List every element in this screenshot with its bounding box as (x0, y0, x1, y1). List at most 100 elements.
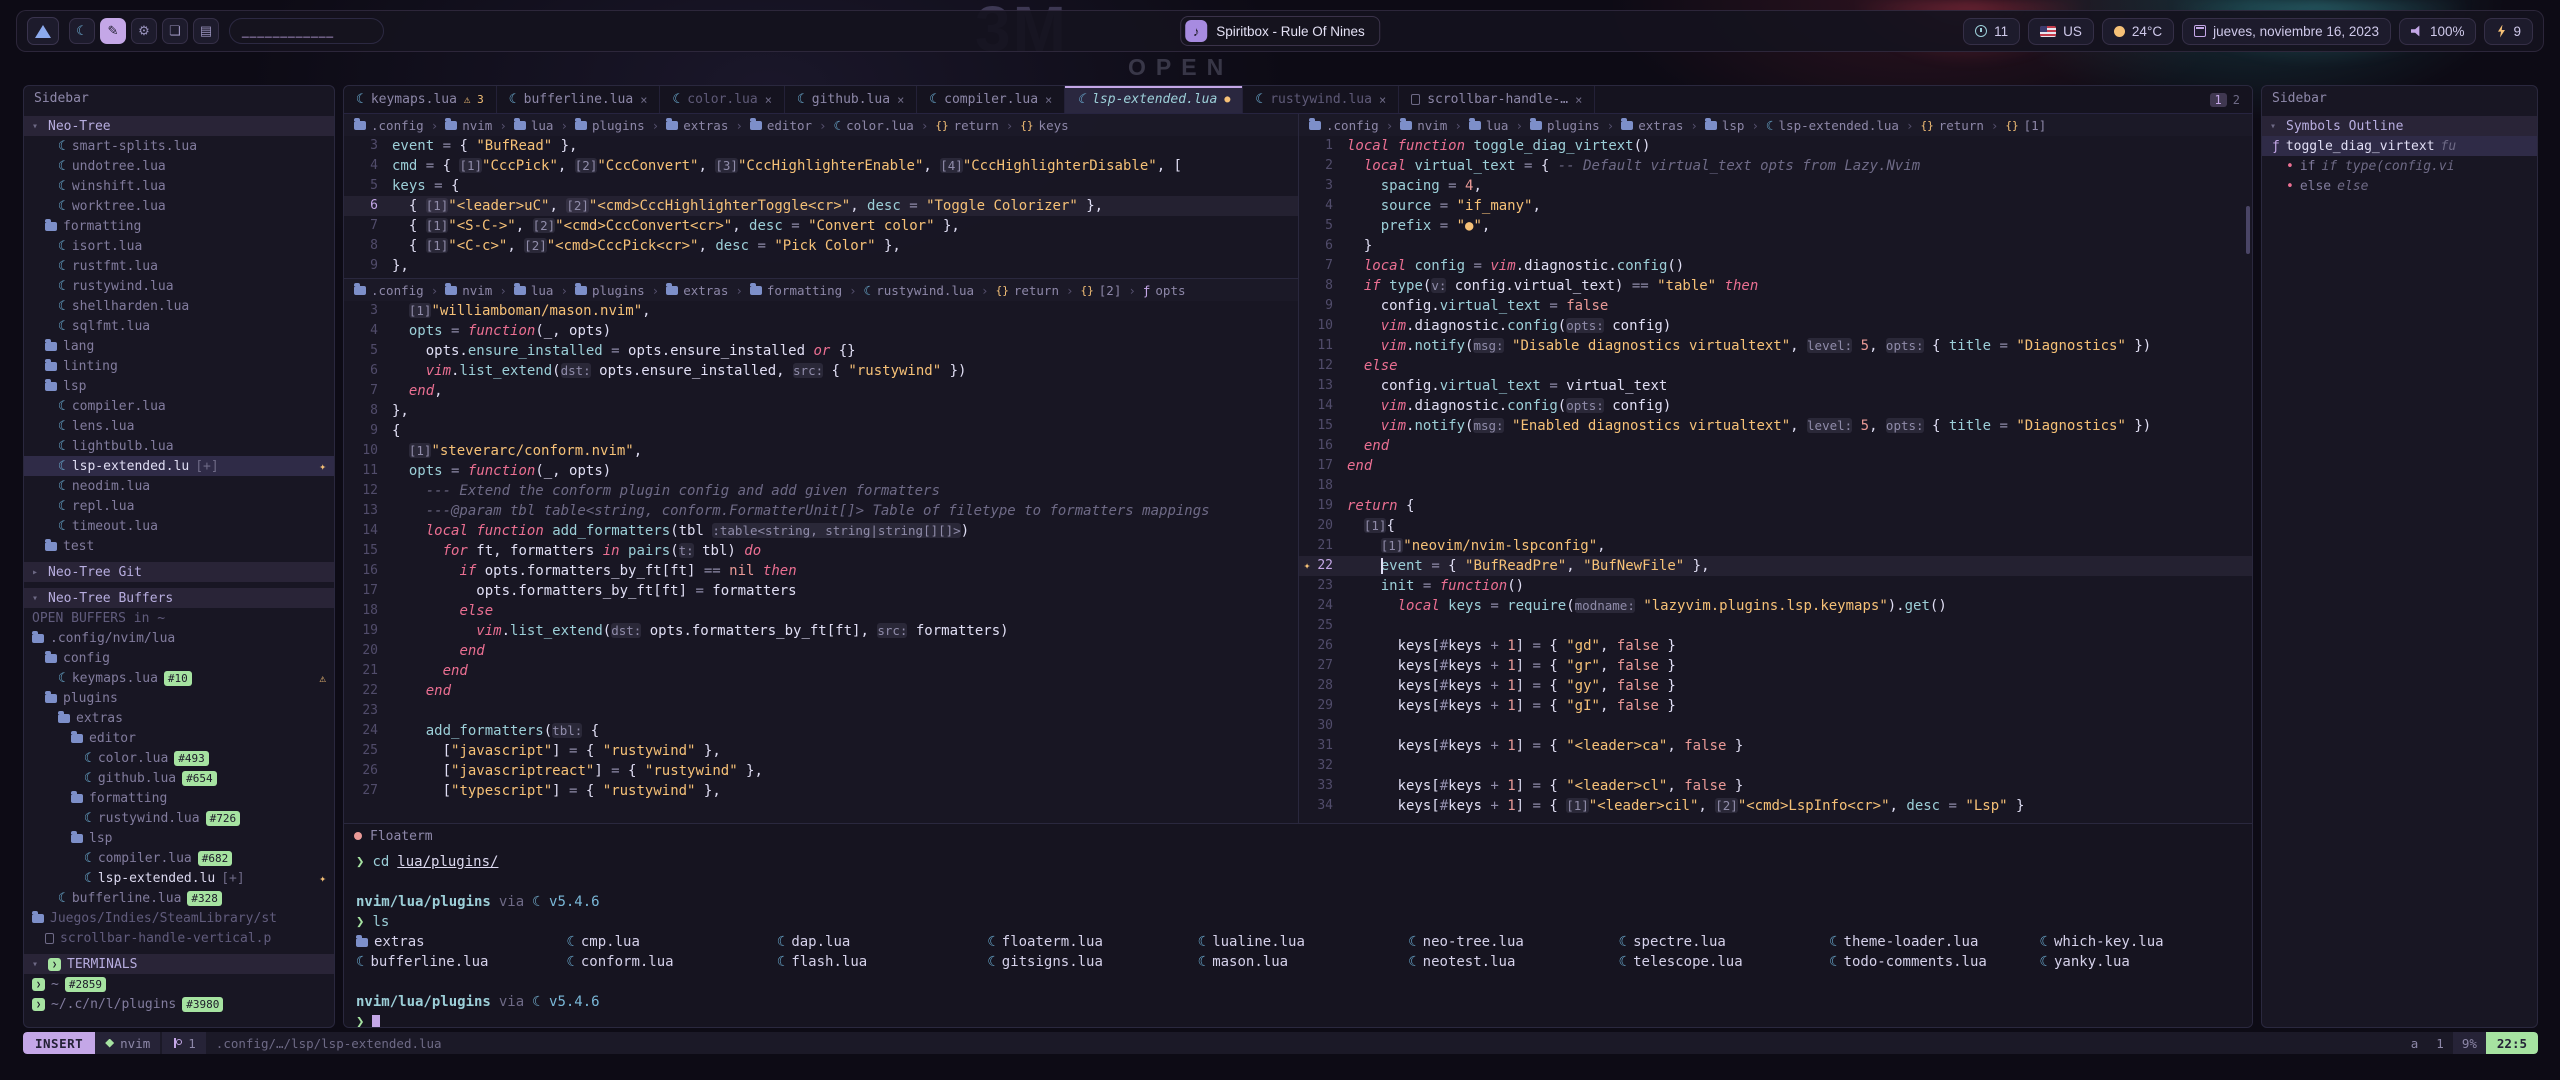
code-line[interactable]: 25 (1299, 616, 2252, 636)
tab-keymaps-lua[interactable]: ☾keymaps.lua⚠ 3 (344, 86, 497, 113)
topbar-input[interactable]: ____________ (229, 18, 384, 44)
breadcrumb-segment[interactable]: plugins (575, 118, 645, 133)
code-line[interactable]: 30 (1299, 716, 2252, 736)
tree-item[interactable]: config (24, 648, 334, 668)
breadcrumb-segment[interactable]: nvim (445, 283, 492, 298)
code-line[interactable]: 22 end (344, 681, 1298, 701)
code-line[interactable]: 20 [1]{ (1299, 516, 2252, 536)
breadcrumb-segment[interactable]: editor (750, 118, 812, 133)
tree-section-header[interactable]: ▾Neo-Tree (24, 116, 334, 136)
tree-item[interactable]: formatting (24, 788, 334, 808)
code-line[interactable]: 9{ (344, 421, 1298, 441)
listing-item[interactable]: ☾flash.lua (777, 952, 977, 972)
listing-item[interactable]: ☾floaterm.lua (987, 932, 1187, 952)
tabpage-1[interactable]: 1 (2210, 93, 2227, 107)
tree-item[interactable]: extras (24, 708, 334, 728)
code-line[interactable]: 23 (344, 701, 1298, 721)
code-line[interactable]: 16 end (1299, 436, 2252, 456)
listing-item[interactable]: ☾yanky.lua (2040, 952, 2240, 972)
status-pill-2[interactable]: 24°C (2102, 18, 2174, 45)
breadcrumb-segment[interactable]: .config (354, 283, 424, 298)
code-line[interactable]: 6 } (1299, 236, 2252, 256)
code-line[interactable]: 4cmd = { [1]"CccPick", [2]"CccConvert", … (344, 156, 1298, 176)
tree-item[interactable]: ☾rustywind.lua (24, 276, 334, 296)
code-line[interactable]: 13 ---@param tbl table<string, conform.F… (344, 501, 1298, 521)
tree-item[interactable]: ☾smart-splits.lua (24, 136, 334, 156)
quick-button-moon[interactable]: ☾ (69, 18, 95, 44)
breadcrumb-segment[interactable]: {}keys (1020, 118, 1068, 133)
tree-section-header[interactable]: ▾Neo-Tree Buffers (24, 588, 334, 608)
breadcrumb-segment[interactable]: ƒopts (1143, 283, 1186, 298)
code-line[interactable]: 29 keys[#keys + 1] = { "gI", false } (1299, 696, 2252, 716)
breadcrumb-segment[interactable]: {}return (996, 283, 1059, 298)
code-line[interactable]: 5keys = { (344, 176, 1298, 196)
code-line[interactable]: 12 --- Extend the conform plugin config … (344, 481, 1298, 501)
code-line[interactable]: 23 init = function() (1299, 576, 2252, 596)
code-line[interactable]: 6 { [1]"<leader>uC", [2]"<cmd>CccHighlig… (344, 196, 1298, 216)
code-line[interactable]: 6 vim.list_extend(dst: opts.ensure_insta… (344, 361, 1298, 381)
code-line[interactable]: 14 vim.diagnostic.config(opts: config) (1299, 396, 2252, 416)
code-line[interactable]: 10 [1]"steverarc/conform.nvim", (344, 441, 1298, 461)
code-line[interactable]: 5 prefix = "●", (1299, 216, 2252, 236)
code-line[interactable]: 8 if type(v: config.virtual_text) == "ta… (1299, 276, 2252, 296)
code-line[interactable]: 12 else (1299, 356, 2252, 376)
listing-item[interactable]: ☾dap.lua (777, 932, 977, 952)
tree-item[interactable]: lang (24, 336, 334, 356)
code-line[interactable]: 17 opts.formatters_by_ft[ft] = formatter… (344, 581, 1298, 601)
breadcrumb-segment[interactable]: ☾color.lua (834, 118, 914, 133)
breadcrumb-segment[interactable]: lua (514, 283, 554, 298)
listing-item[interactable]: extras (356, 932, 556, 952)
code-line[interactable]: 7 local config = vim.diagnostic.config() (1299, 256, 2252, 276)
tree-item[interactable]: ☾sqlfmt.lua (24, 316, 334, 336)
listing-item[interactable]: ☾todo-comments.lua (1829, 952, 2029, 972)
code-line[interactable]: 11 opts = function(_, opts) (344, 461, 1298, 481)
quick-button-copy[interactable]: ❏ (162, 18, 188, 44)
tree-item[interactable]: ☾keymaps.lua#10⚠ (24, 668, 334, 688)
code-line[interactable]: 15 vim.notify(msg: "Enabled diagnostics … (1299, 416, 2252, 436)
code-line[interactable]: 17end (1299, 456, 2252, 476)
breadcrumb-segment[interactable]: .config (354, 118, 424, 133)
breadcrumb-segment[interactable]: ☾rustywind.lua (864, 283, 974, 298)
code-line[interactable]: 25 ["javascript"] = { "rustywind" }, (344, 741, 1298, 761)
code-line[interactable]: 4 opts = function(_, opts) (344, 321, 1298, 341)
status-pill-4[interactable]: 100% (2399, 18, 2477, 45)
tree-item[interactable]: editor (24, 728, 334, 748)
code-line[interactable]: 33 keys[#keys + 1] = { "<leader>cl", fal… (1299, 776, 2252, 796)
code-line[interactable]: 13 config.virtual_text = virtual_text (1299, 376, 2252, 396)
outline-item[interactable]: •ifif type(config.vi (2262, 156, 2537, 176)
outline-item[interactable]: ƒtoggle_diag_virtextfu (2262, 136, 2537, 156)
tree-item[interactable]: ☾compiler.lua#682 (24, 848, 334, 868)
status-pill-1[interactable]: US (2028, 18, 2094, 45)
breadcrumb-segment[interactable]: plugins (575, 283, 645, 298)
breadcrumb-segment[interactable]: nvim (1400, 118, 1447, 133)
scrollbar-handle[interactable] (2246, 206, 2250, 254)
tree-item[interactable]: ☾repl.lua (24, 496, 334, 516)
code-line[interactable]: 15 for ft, formatters in pairs(t: tbl) d… (344, 541, 1298, 561)
code-line[interactable]: 19return { (1299, 496, 2252, 516)
breadcrumb-segment[interactable]: lsp (1705, 118, 1745, 133)
breadcrumb-segment[interactable]: {}return (1920, 118, 1983, 133)
tree-item[interactable]: ☾lightbulb.lua (24, 436, 334, 456)
breadcrumb-segment[interactable]: extras (666, 283, 728, 298)
close-icon[interactable]: × (765, 93, 772, 107)
tab-color-lua[interactable]: ☾color.lua× (660, 86, 785, 113)
code-line[interactable]: 2 local virtual_text = { -- Default virt… (1299, 156, 2252, 176)
tree-item[interactable]: ☾undotree.lua (24, 156, 334, 176)
code-line[interactable]: 34 keys[#keys + 1] = { [1]"<leader>cil",… (1299, 796, 2252, 816)
tree-item[interactable]: ☾neodim.lua (24, 476, 334, 496)
launcher-button[interactable] (27, 17, 59, 45)
tree-item[interactable]: ❯~/.c/n/l/plugins#3980 (24, 994, 334, 1014)
outline-section-header[interactable]: ▾Symbols Outline (2262, 116, 2537, 136)
status-pill-5[interactable]: 9 (2484, 18, 2533, 45)
tree-item[interactable]: ☾winshift.lua (24, 176, 334, 196)
code-line[interactable]: 28 keys[#keys + 1] = { "gy", false } (1299, 676, 2252, 696)
listing-item[interactable]: ☾which-key.lua (2040, 932, 2240, 952)
code-line[interactable]: ✦22 event = { "BufReadPre", "BufNewFile"… (1299, 556, 2252, 576)
tree-item[interactable]: linting (24, 356, 334, 376)
listing-item[interactable]: ☾mason.lua (1198, 952, 1398, 972)
code-line[interactable]: 5 opts.ensure_installed = opts.ensure_in… (344, 341, 1298, 361)
quick-button-pen[interactable]: ✎ (100, 18, 126, 44)
tree-section-header[interactable]: ▸Neo-Tree Git (24, 562, 334, 582)
tree-item[interactable]: ☾bufferline.lua#328 (24, 888, 334, 908)
code-line[interactable]: 18 else (344, 601, 1298, 621)
